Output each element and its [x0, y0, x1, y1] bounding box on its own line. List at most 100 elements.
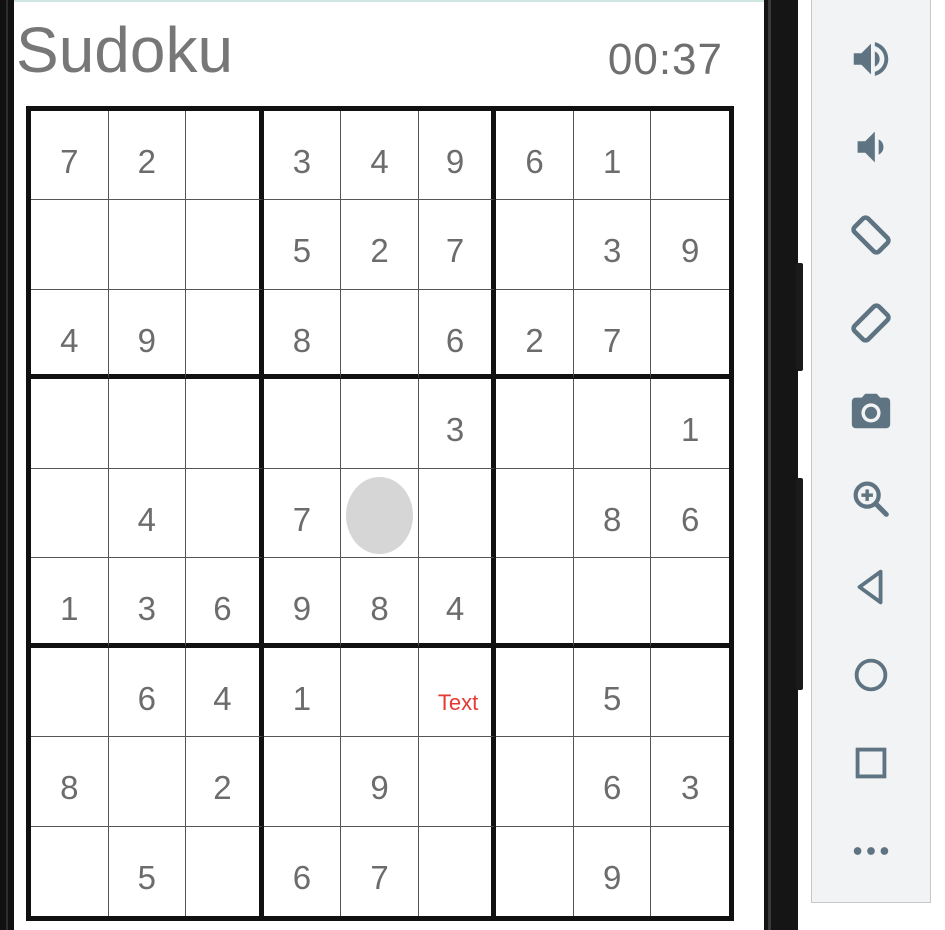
sudoku-cell[interactable]: 4	[418, 558, 497, 648]
sudoku-cell[interactable]	[31, 826, 109, 916]
sudoku-cell[interactable]: 9	[263, 558, 342, 648]
sudoku-cell[interactable]: 7	[31, 111, 109, 201]
camera-button[interactable]	[812, 381, 930, 441]
sudoku-cell[interactable]	[418, 468, 497, 559]
sudoku-cell[interactable]: 1	[31, 558, 109, 648]
sudoku-cell[interactable]: 8	[263, 289, 342, 380]
sudoku-cell[interactable]: 2	[341, 200, 419, 290]
cell-hint-text: Text	[437, 689, 479, 715]
camera-icon	[848, 388, 894, 434]
sudoku-cell[interactable]	[263, 737, 342, 827]
back-button[interactable]	[812, 557, 930, 617]
sudoku-cell[interactable]	[31, 647, 109, 738]
sudoku-cell[interactable]: 6	[186, 558, 264, 648]
sudoku-cell[interactable]	[496, 647, 574, 738]
sudoku-cell[interactable]: 7	[418, 200, 497, 290]
cell-digit: 4	[445, 590, 465, 628]
sudoku-cell[interactable]: 3	[418, 379, 497, 469]
sudoku-cell[interactable]: 3	[651, 737, 729, 827]
cell-digit: 8	[602, 500, 622, 538]
sudoku-cell[interactable]	[108, 200, 187, 290]
rotate-left-icon	[848, 212, 894, 258]
sudoku-cell[interactable]	[496, 737, 574, 827]
sudoku-cell[interactable]: 2	[186, 737, 264, 827]
home-button[interactable]	[812, 645, 930, 705]
cell-digit: 1	[60, 590, 79, 628]
sudoku-cell[interactable]: 6	[418, 289, 497, 380]
sudoku-cell[interactable]	[31, 379, 109, 469]
sudoku-cell[interactable]	[419, 826, 497, 916]
sudoku-cell[interactable]	[496, 558, 574, 648]
sudoku-cell[interactable]: Text	[418, 647, 497, 738]
sudoku-cell[interactable]: 6	[264, 826, 342, 916]
cell-digit: 3	[292, 143, 312, 180]
sudoku-cell[interactable]	[186, 826, 264, 916]
sudoku-cell[interactable]	[186, 468, 264, 559]
sudoku-cell[interactable]: 3	[108, 558, 187, 648]
sudoku-cell[interactable]	[186, 111, 264, 201]
sudoku-cell[interactable]	[496, 468, 574, 559]
sudoku-cell[interactable]: 3	[263, 111, 342, 201]
sudoku-cell[interactable]: 5	[573, 647, 652, 738]
overview-button[interactable]	[812, 733, 930, 793]
zoom-button[interactable]	[812, 469, 930, 529]
sudoku-cell[interactable]: 2	[108, 111, 187, 201]
rotate-right-button[interactable]	[812, 293, 930, 353]
cell-digit: 4	[370, 143, 389, 180]
sudoku-cell[interactable]	[496, 826, 574, 916]
sudoku-cell[interactable]	[418, 737, 497, 827]
sudoku-cell[interactable]	[651, 648, 729, 738]
sudoku-cell[interactable]	[651, 558, 729, 648]
sudoku-cell[interactable]: 7	[573, 289, 652, 380]
sudoku-cell[interactable]: 4	[341, 111, 419, 201]
sudoku-cell[interactable]	[108, 737, 187, 827]
sudoku-cell[interactable]: 8	[31, 737, 109, 827]
sudoku-cell[interactable]: 5	[263, 200, 342, 290]
sudoku-cell[interactable]: 9	[341, 737, 419, 827]
sudoku-cell[interactable]: 4	[108, 468, 187, 559]
sudoku-cell[interactable]: 9	[108, 289, 187, 380]
sudoku-cell[interactable]: 8	[573, 468, 652, 559]
sudoku-cell[interactable]	[186, 200, 264, 290]
sudoku-cell[interactable]	[341, 647, 419, 738]
sudoku-cell[interactable]	[573, 379, 652, 469]
sudoku-cell[interactable]	[31, 468, 109, 559]
rotate-left-button[interactable]	[812, 205, 930, 265]
sudoku-cell[interactable]	[651, 290, 729, 380]
sudoku-cell[interactable]: 9	[574, 826, 652, 916]
sudoku-cell[interactable]: 1	[263, 647, 342, 738]
sudoku-cell[interactable]	[108, 379, 187, 469]
volume-down-button[interactable]	[812, 117, 930, 177]
sudoku-cell[interactable]: 7	[341, 826, 419, 916]
sudoku-cell[interactable]	[496, 379, 574, 469]
cell-digit: 7	[445, 232, 465, 270]
sudoku-cell[interactable]: 9	[418, 111, 497, 201]
sudoku-cell[interactable]: 6	[573, 737, 652, 827]
sudoku-cell[interactable]: 6	[651, 469, 729, 559]
sudoku-cell[interactable]	[573, 558, 652, 648]
sudoku-cell[interactable]	[31, 200, 109, 290]
sudoku-cell[interactable]	[341, 379, 419, 469]
sudoku-cell[interactable]: 2	[496, 289, 574, 380]
sudoku-cell[interactable]: 3	[573, 200, 652, 290]
sudoku-cell[interactable]: 1	[651, 379, 729, 469]
sudoku-cell[interactable]: 8	[341, 558, 419, 648]
sudoku-cell[interactable]	[496, 200, 574, 290]
sudoku-cell[interactable]: 6	[496, 111, 574, 201]
sudoku-cell[interactable]	[186, 379, 264, 469]
sudoku-cell[interactable]: 7	[263, 468, 342, 559]
sudoku-cell[interactable]: 4	[186, 647, 264, 738]
sudoku-cell[interactable]: 4	[31, 289, 109, 380]
sudoku-cell[interactable]	[341, 289, 419, 380]
sudoku-cell[interactable]	[186, 289, 264, 380]
sudoku-cell[interactable]: 6	[108, 647, 187, 738]
volume-up-button[interactable]	[812, 29, 930, 89]
more-button[interactable]	[812, 821, 930, 881]
sudoku-cell[interactable]: 1	[573, 111, 652, 201]
cell-digit: 8	[60, 769, 79, 807]
sudoku-cell[interactable]: 5	[109, 826, 187, 916]
sudoku-cell[interactable]: 9	[651, 200, 729, 290]
sudoku-cell[interactable]	[651, 827, 729, 916]
sudoku-cell[interactable]	[263, 379, 342, 469]
sudoku-cell[interactable]	[651, 111, 729, 201]
